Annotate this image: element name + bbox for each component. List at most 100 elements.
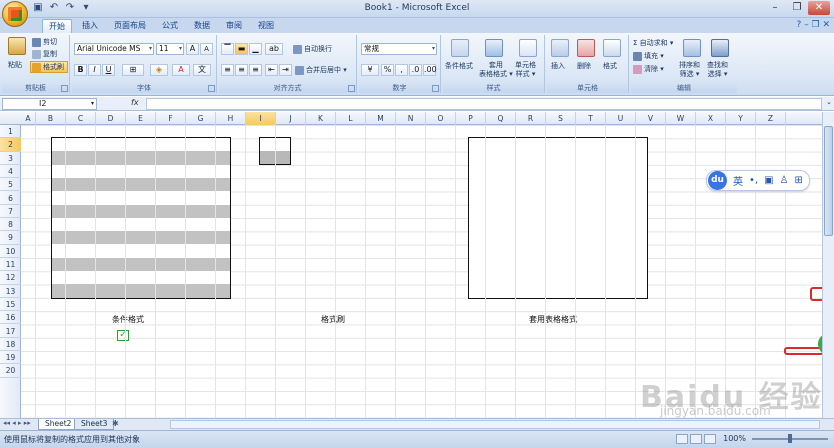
row-header-7[interactable]: 7 <box>0 205 21 219</box>
help-icon[interactable]: ? – ❐ ✕ <box>797 20 830 30</box>
row-header-8[interactable]: 8 <box>0 218 21 232</box>
autosum-button[interactable]: Σ 自动求和 ▾ <box>633 38 673 48</box>
close-button[interactable]: ✕ <box>808 1 830 15</box>
shrink-font-icon[interactable]: A <box>200 43 213 55</box>
font-launcher-icon[interactable] <box>208 85 215 92</box>
align-right-icon[interactable]: ≡ <box>249 64 262 76</box>
column-header-u[interactable]: U <box>606 112 636 125</box>
normal-view-icon[interactable] <box>676 434 688 444</box>
grow-font-icon[interactable]: A <box>186 43 199 55</box>
comma-icon[interactable]: , <box>395 64 408 76</box>
number-format-combo[interactable]: 常规 ▾ <box>361 43 437 55</box>
column-header-t[interactable]: T <box>576 112 606 125</box>
restore-button[interactable]: ❐ <box>786 1 808 15</box>
sheet-tab-sheet3[interactable]: Sheet3 <box>74 419 115 430</box>
column-header-y[interactable]: Y <box>726 112 756 125</box>
vertical-scrollbar[interactable] <box>822 112 834 418</box>
row-header-13[interactable]: 13 <box>0 285 21 298</box>
column-header-i[interactable]: I <box>246 112 276 125</box>
copy-button[interactable]: 复制 <box>32 49 57 59</box>
column-header-p[interactable]: P <box>456 112 486 125</box>
row-header-9[interactable]: 9 <box>0 231 21 245</box>
column-header-s[interactable]: S <box>546 112 576 125</box>
column-header-l[interactable]: L <box>336 112 366 125</box>
minimize-button[interactable]: – <box>764 1 786 15</box>
expand-formula-icon[interactable]: ⌄ <box>826 98 832 106</box>
column-header-g[interactable]: G <box>186 112 216 125</box>
insert-function-icon[interactable]: fx <box>131 98 139 107</box>
orientation-icon[interactable]: ab <box>265 43 283 55</box>
tab-home[interactable]: 开始 <box>42 19 72 33</box>
insert-button[interactable]: 插入 <box>551 61 565 71</box>
row-header-15[interactable]: 15 <box>0 298 21 312</box>
alignment-launcher-icon[interactable] <box>348 85 355 92</box>
row-header-1[interactable]: 1 <box>0 125 21 139</box>
tab-review[interactable]: 审阅 <box>220 19 248 33</box>
formula-input[interactable] <box>146 98 822 110</box>
column-header-f[interactable]: F <box>156 112 186 125</box>
align-bottom-icon[interactable]: ▁ <box>249 43 262 55</box>
row-header-5[interactable]: 5 <box>0 178 21 192</box>
cell-styles-button[interactable]: 单元格 样式 ▾ <box>515 61 536 79</box>
ime-toolbar[interactable]: du 英 •, ▣ ♙ ⊞ <box>706 170 810 191</box>
font-color-icon[interactable]: A <box>172 64 190 76</box>
font-name-combo[interactable]: Arial Unicode MS ▾ <box>74 43 154 55</box>
border-icon[interactable]: ⊞ <box>122 64 144 76</box>
paste-button[interactable]: 粘贴 <box>8 60 22 70</box>
column-header-e[interactable]: E <box>126 112 156 125</box>
ime-language[interactable]: 英 <box>733 173 743 188</box>
align-left-icon[interactable]: ≡ <box>221 64 234 76</box>
clipboard-launcher-icon[interactable] <box>61 85 68 92</box>
percent-icon[interactable]: % <box>381 64 394 76</box>
column-header-a[interactable]: A <box>21 112 36 125</box>
page-layout-view-icon[interactable] <box>690 434 702 444</box>
merge-center-button[interactable]: 合并后居中 ▾ <box>295 65 347 75</box>
find-select-button[interactable]: 查找和 选择 ▾ <box>707 61 728 79</box>
column-header-q[interactable]: Q <box>486 112 516 125</box>
align-middle-icon[interactable]: ▬ <box>235 43 248 55</box>
row-header-6[interactable]: 6 <box>0 192 21 205</box>
row-header-18[interactable]: 18 <box>0 338 21 352</box>
toolbox-icon[interactable]: ▣ <box>764 175 773 186</box>
column-header-o[interactable]: O <box>426 112 456 125</box>
column-header-b[interactable]: B <box>36 112 66 125</box>
sort-filter-button[interactable]: 排序和 筛选 ▾ <box>679 61 700 79</box>
row-header-17[interactable]: 17 <box>0 325 21 338</box>
row-header-2[interactable]: 2 <box>0 138 21 152</box>
format-as-table-button[interactable]: 套用 表格格式 ▾ <box>479 61 513 79</box>
fill-button[interactable]: 填充 ▾ <box>633 51 664 61</box>
italic-icon[interactable]: I <box>88 64 101 76</box>
grid-icon[interactable]: ⊞ <box>795 175 803 186</box>
align-top-icon[interactable]: ▔ <box>221 43 234 55</box>
tab-view[interactable]: 视图 <box>252 19 280 33</box>
column-header-z[interactable]: Z <box>756 112 786 125</box>
font-size-combo[interactable]: 11 ▾ <box>156 43 184 55</box>
tab-page-layout[interactable]: 页面布局 <box>110 19 150 33</box>
phonetic-icon[interactable]: 文 <box>193 64 211 76</box>
delete-button[interactable]: 删除 <box>577 61 591 71</box>
row-header-16[interactable]: 16 <box>0 311 21 325</box>
punctuation-icon[interactable]: •, <box>749 175 758 186</box>
sheet-nav-icons[interactable]: ◂◂ ◂ ▸ ▸▸ <box>3 419 31 427</box>
decrease-indent-icon[interactable]: ⇤ <box>265 64 278 76</box>
fill-color-icon[interactable]: ◈ <box>150 64 168 76</box>
column-header-c[interactable]: C <box>66 112 96 125</box>
row-header-4[interactable]: 4 <box>0 165 21 179</box>
row-header-10[interactable]: 10 <box>0 245 21 258</box>
checkbox-icon[interactable]: ✓ <box>117 330 129 341</box>
sheet-tab-sheet2[interactable]: Sheet2 <box>38 419 79 430</box>
vertical-scroll-thumb[interactable] <box>824 126 833 236</box>
tab-formulas[interactable]: 公式 <box>156 19 184 33</box>
new-sheet-icon[interactable]: ✱ <box>112 419 119 428</box>
row-header-20[interactable]: 20 <box>0 364 21 378</box>
conditional-format-button[interactable]: 条件格式 <box>445 61 473 71</box>
column-header-h[interactable]: H <box>216 112 246 125</box>
row-header-11[interactable]: 11 <box>0 258 21 272</box>
currency-icon[interactable]: ¥ <box>361 64 379 76</box>
bold-icon[interactable]: B <box>74 64 87 76</box>
column-header-x[interactable]: X <box>696 112 726 125</box>
clear-button[interactable]: 清除 ▾ <box>633 64 664 74</box>
tab-insert[interactable]: 插入 <box>76 19 104 33</box>
row-header-3[interactable]: 3 <box>0 152 21 165</box>
row-header-12[interactable]: 12 <box>0 271 21 285</box>
